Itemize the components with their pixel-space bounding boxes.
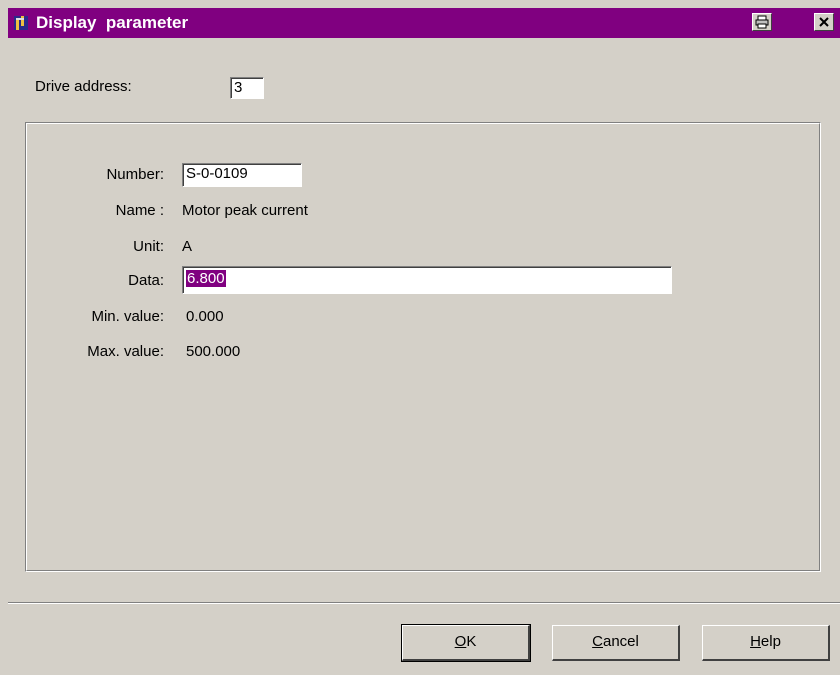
- help-label-rest: elp: [760, 633, 781, 650]
- drive-address-label: Drive address:: [35, 78, 132, 95]
- help-button[interactable]: Help: [702, 625, 830, 661]
- data-field[interactable]: 6.800: [182, 266, 672, 294]
- min-value-label: Min. value:: [91, 308, 164, 325]
- footer-separator: [8, 602, 840, 604]
- ok-mnemonic: O: [454, 633, 467, 650]
- ok-button[interactable]: OK: [401, 624, 531, 662]
- unit-label: Unit:: [133, 238, 164, 255]
- max-value: 500.000: [186, 343, 241, 360]
- unit-value: A: [182, 238, 193, 255]
- name-label: Name :: [115, 202, 164, 219]
- title-bar[interactable]: Display parameter: [8, 8, 840, 38]
- app-icon: [12, 14, 30, 32]
- cancel-label-rest: ancel: [602, 633, 639, 650]
- help-mnemonic: H: [750, 633, 761, 650]
- data-value-selected: 6.800: [186, 270, 226, 287]
- number-field[interactable]: S-0-0109: [182, 163, 302, 187]
- max-value-label: Max. value:: [87, 343, 164, 360]
- number-label: Number:: [106, 166, 164, 183]
- name-value: Motor peak current: [182, 202, 308, 219]
- cancel-mnemonic: C: [592, 633, 603, 650]
- display-parameter-dialog: Display parameter Drive address: 3 Numbe…: [0, 0, 840, 675]
- window-title: Display parameter: [36, 13, 189, 32]
- ok-label-rest: K: [466, 633, 477, 650]
- cancel-button[interactable]: Cancel: [552, 625, 680, 661]
- drive-address-field[interactable]: 3: [230, 77, 264, 99]
- min-value: 0.000: [186, 308, 224, 325]
- print-button[interactable]: [752, 13, 772, 31]
- data-label: Data:: [128, 272, 164, 289]
- close-button[interactable]: [814, 13, 834, 31]
